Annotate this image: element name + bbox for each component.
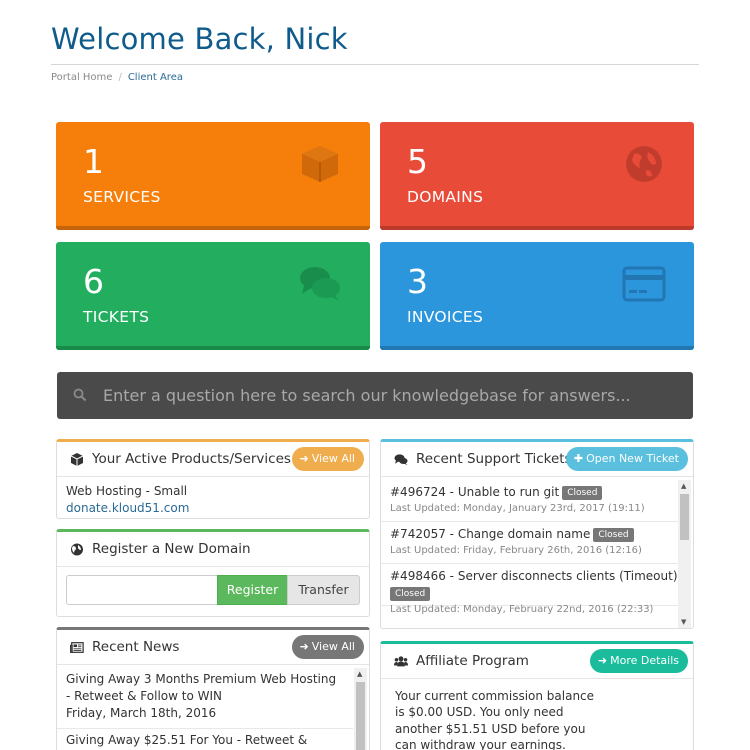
tile-bottom-bar [56, 226, 370, 230]
panel-header: Recent News ➜ View All [57, 630, 369, 665]
ticket-row[interactable]: #498466 - Server disconnects clients (Ti… [381, 564, 679, 615]
active-products-panel: Your Active Products/Services ➜ View All … [56, 439, 370, 519]
ticket-row[interactable]: #496724 - Unable to run git Closed Last U… [381, 480, 679, 522]
domains-label: DOMAINS [407, 188, 484, 206]
button-label: View All [311, 640, 355, 653]
cube-icon [302, 146, 338, 182]
knowledgebase-search [57, 372, 693, 419]
breadcrumb: Portal Home / Client Area [51, 72, 183, 83]
panel-header: Your Active Products/Services ➜ View All [57, 442, 369, 477]
panel-title: Register a New Domain [92, 541, 251, 557]
tile-tickets[interactable]: 6 TICKETS [56, 242, 370, 350]
services-count: 1 [83, 142, 104, 181]
ticket-last-updated: Last Updated: Monday, February 22nd, 201… [390, 604, 654, 615]
breadcrumb-client-area: Client Area [127, 72, 183, 83]
recent-tickets-panel: Recent Support Tickets ✚ Open New Ticket … [380, 439, 694, 629]
news-title: Giving Away 3 Months Premium Web Hosting… [66, 672, 337, 703]
arrow-right-icon: ➜ [299, 640, 309, 653]
product-domain-link[interactable]: donate.kloud51.com [66, 500, 360, 517]
breadcrumb-portal-home[interactable]: Portal Home [51, 72, 112, 83]
search-icon [73, 388, 87, 402]
plus-icon: ✚ [573, 452, 584, 465]
services-label: SERVICES [83, 188, 161, 206]
tile-bottom-bar [56, 346, 370, 350]
recent-news-panel: Recent News ➜ View All Giving Away 3 Mont… [56, 627, 370, 750]
tile-services[interactable]: 1 SERVICES [56, 122, 370, 230]
scrollbar-thumb[interactable] [680, 494, 689, 540]
comments-icon [300, 267, 340, 301]
status-badge: Closed [562, 486, 603, 500]
panel-title: Recent News [92, 639, 180, 655]
news-date: Friday, March 18th, 2016 [66, 706, 217, 720]
transfer-button[interactable]: Transfer [287, 575, 360, 605]
panel-header: Affiliate Program ➜ More Details [381, 644, 693, 679]
button-label: Open New Ticket [586, 452, 679, 465]
panel-title: Your Active Products/Services [92, 451, 291, 467]
invoices-label: INVOICES [407, 308, 484, 326]
invoices-count: 3 [407, 262, 428, 301]
tickets-label: TICKETS [83, 308, 150, 326]
status-badge: Closed [593, 528, 634, 542]
tickets-count: 6 [83, 262, 104, 301]
panel-title: Recent Support Tickets [416, 451, 572, 467]
tickets-list: #496724 - Unable to run git Closed Last U… [381, 480, 679, 628]
tile-bottom-bar [380, 226, 694, 230]
news-item[interactable]: Giving Away 3 Months Premium Web Hosting… [57, 668, 353, 729]
domains-count: 5 [407, 142, 428, 181]
tickets-scrollbar[interactable]: ▲ ▼ [678, 480, 691, 628]
register-domain-panel: Register a New Domain Register Transfer [56, 529, 370, 617]
tile-invoices[interactable]: 3 INVOICES [380, 242, 694, 350]
register-button[interactable]: Register [217, 575, 288, 605]
more-details-button[interactable]: ➜ More Details [589, 649, 688, 673]
title-divider [51, 64, 699, 65]
product-item[interactable]: Web Hosting - Small donate.kloud51.com [57, 477, 369, 518]
scroll-down-icon[interactable]: ▼ [681, 618, 686, 626]
breadcrumb-separator: / [118, 72, 122, 83]
ticket-last-updated: Last Updated: Monday, January 23rd, 2017… [390, 503, 645, 514]
button-label: More Details [610, 654, 679, 667]
affiliate-program-panel: Affiliate Program ➜ More Details Your cur… [380, 641, 694, 750]
button-label: View All [311, 452, 355, 465]
view-all-news-button[interactable]: ➜ View All [291, 635, 364, 659]
panel-header: Register a New Domain [57, 532, 369, 567]
scroll-up-icon[interactable]: ▲ [357, 670, 362, 678]
panel-header: Recent Support Tickets ✚ Open New Ticket [381, 442, 693, 477]
panel-title: Affiliate Program [416, 653, 529, 669]
tile-domains[interactable]: 5 DOMAINS [380, 122, 694, 230]
news-title: Giving Away $25.51 For You - Retweet & F… [66, 733, 308, 747]
ticket-row[interactable]: #742057 - Change domain name Closed Last … [381, 522, 679, 564]
ticket-subject: #742057 - Change domain name [390, 527, 591, 541]
news-item[interactable]: Giving Away $25.51 For You - Retweet & F… [57, 729, 353, 750]
ticket-last-updated: Last Updated: Friday, February 26th, 201… [390, 545, 642, 556]
open-new-ticket-button[interactable]: ✚ Open New Ticket [565, 447, 688, 471]
domain-input[interactable] [66, 575, 218, 605]
ticket-subject: #496724 - Unable to run git [390, 485, 560, 499]
globe-icon [626, 146, 662, 182]
product-name: Web Hosting - Small [66, 484, 188, 498]
knowledgebase-search-input[interactable] [103, 372, 683, 419]
credit-card-icon [622, 266, 666, 302]
globe-icon [71, 543, 83, 556]
affiliate-text: Your current commission balance is $0.00… [395, 689, 595, 750]
users-icon [394, 656, 408, 667]
cube-icon [70, 453, 84, 466]
news-list: Giving Away 3 Months Premium Web Hosting… [57, 668, 353, 750]
scroll-up-icon[interactable]: ▲ [681, 482, 686, 490]
arrow-right-icon: ➜ [299, 452, 309, 465]
news-scrollbar[interactable]: ▲ [354, 668, 367, 750]
newspaper-icon [70, 642, 84, 653]
page-title: Welcome Back, Nick [51, 22, 348, 56]
status-badge: Closed [390, 587, 431, 601]
domain-search-row: Register Transfer [66, 575, 360, 606]
comments-icon [394, 454, 408, 466]
view-all-products-button[interactable]: ➜ View All [291, 447, 364, 471]
scrollbar-thumb[interactable] [356, 682, 365, 750]
tile-bottom-bar [380, 346, 694, 350]
arrow-right-icon: ➜ [597, 654, 608, 667]
ticket-subject: #498466 - Server disconnects clients (Ti… [390, 569, 678, 583]
